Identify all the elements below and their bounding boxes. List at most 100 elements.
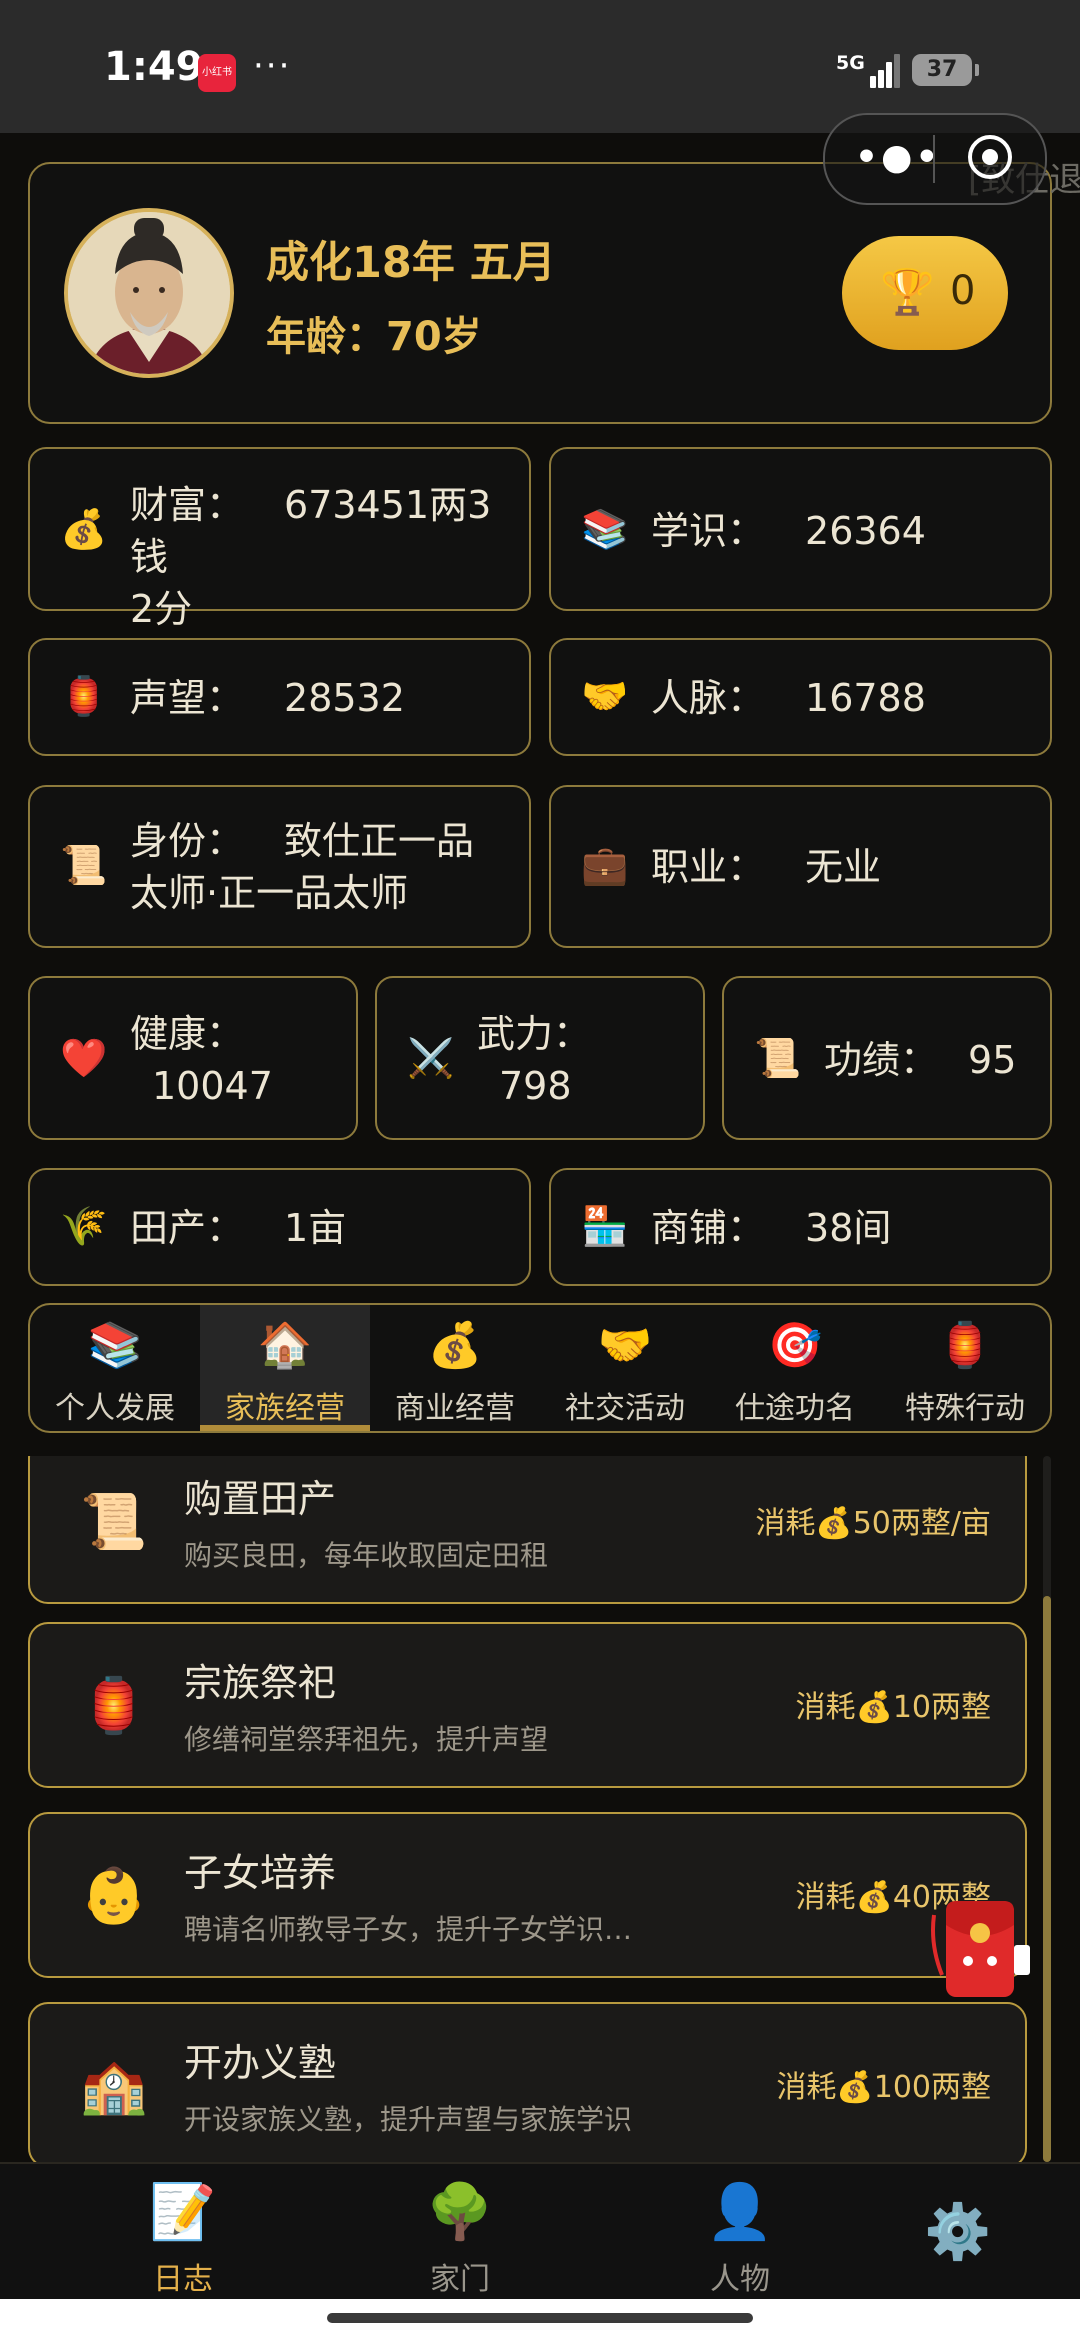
action-cost: 消耗💰50两整/亩 bbox=[755, 1506, 991, 1541]
tab-personal-development[interactable]: 📚 个人发展 bbox=[30, 1305, 200, 1431]
knowledge-value: 26364 bbox=[805, 509, 926, 553]
red-envelope-icon[interactable] bbox=[928, 1885, 1032, 2015]
shops-label: 商铺： bbox=[651, 1206, 766, 1250]
avatar[interactable] bbox=[64, 208, 234, 378]
action-desc: 开设家族义塾，提升声望与家族学识 bbox=[184, 2103, 633, 2136]
tab-social[interactable]: 🤝 社交活动 bbox=[540, 1305, 710, 1431]
action-title: 子女培养 bbox=[184, 1851, 337, 1895]
action-list[interactable]: 📜 购置田产 购买良田，每年收取固定田租 消耗💰50两整/亩 🏮 宗族祭祀 修缮… bbox=[0, 1456, 1080, 2162]
identity-value-2: 太师·正一品太师 bbox=[130, 871, 409, 915]
identity-value: 致仕正一品 bbox=[284, 819, 475, 863]
nav-label: 日志 bbox=[153, 2262, 213, 2297]
action-title: 购置田产 bbox=[184, 1477, 337, 1521]
category-tabs: 📚 个人发展 🏠 家族经营 💰 商业经营 🤝 社交活动 🎯 仕途功名 🏮 特殊行… bbox=[28, 1303, 1052, 1433]
scroll-icon: 📜 bbox=[60, 843, 108, 887]
game-date: 成化18年 五月 bbox=[266, 238, 556, 288]
tab-label: 商业经营 bbox=[395, 1391, 515, 1426]
martial-label: 武力： bbox=[477, 1012, 592, 1056]
money-bag-icon: 💰 bbox=[60, 507, 108, 551]
tab-business[interactable]: 💰 商业经营 bbox=[370, 1305, 540, 1431]
trophy-button[interactable]: 🏆 0 bbox=[842, 236, 1008, 350]
battery-icon: 37 bbox=[912, 54, 979, 86]
knowledge-label: 学识： bbox=[651, 509, 766, 553]
nav-settings[interactable]: ⚙️ bbox=[858, 2164, 1058, 2301]
home-indicator[interactable] bbox=[327, 2313, 753, 2323]
nav-character[interactable]: 👤 人物 bbox=[640, 2164, 840, 2301]
more-dots-icon[interactable]: •●• bbox=[855, 137, 941, 178]
network-value: 16788 bbox=[805, 676, 926, 720]
martial-value: 798 bbox=[499, 1064, 572, 1108]
scrollbar-thumb[interactable] bbox=[1043, 1596, 1051, 2162]
stat-prestige: 🏮 声望： 28532 bbox=[28, 638, 531, 756]
shops-value: 38间 bbox=[805, 1206, 892, 1250]
prestige-label: 声望： bbox=[130, 676, 245, 720]
action-clan-sacrifice[interactable]: 🏮 宗族祭祀 修缮祠堂祭拜祖先，提升声望 消耗💰10两整 bbox=[28, 1622, 1027, 1788]
trophy-icon: 🏆 bbox=[880, 267, 935, 318]
baby-icon: 👶 bbox=[80, 1864, 148, 1927]
scroll-icon: 📜 bbox=[80, 1490, 148, 1553]
tree-icon: 🌳 bbox=[426, 2180, 494, 2243]
stat-martial: ⚔️ 武力： 798 bbox=[375, 976, 705, 1140]
handshake-icon: 🤝 bbox=[597, 1320, 653, 1371]
rice-icon: 🌾 bbox=[60, 1204, 108, 1248]
prestige-value: 28532 bbox=[284, 676, 405, 720]
tab-label: 仕途功名 bbox=[735, 1391, 855, 1426]
action-desc: 聘请名师教导子女，提升子女学识… bbox=[184, 1913, 633, 1946]
nav-family[interactable]: 🌳 家门 bbox=[360, 2164, 560, 2301]
action-cost: 消耗💰100两整 bbox=[776, 2070, 991, 2105]
age-display: 年龄：70岁 bbox=[266, 304, 482, 362]
miniprogram-capsule: •●• bbox=[823, 113, 1047, 205]
person-icon: 👤 bbox=[706, 2180, 774, 2243]
stat-health: ❤️ 健康： 10047 bbox=[28, 976, 358, 1140]
lantern-icon: 🏮 bbox=[80, 1674, 148, 1737]
health-label: 健康： bbox=[130, 1012, 245, 1056]
health-value: 10047 bbox=[152, 1064, 273, 1108]
tab-special[interactable]: 🏮 特殊行动 bbox=[880, 1305, 1050, 1431]
tab-label: 个人发展 bbox=[55, 1391, 175, 1426]
wealth-label: 财富： bbox=[130, 483, 245, 527]
store-icon: 🏪 bbox=[581, 1204, 629, 1248]
network-label: 人脉： bbox=[651, 676, 766, 720]
target-icon[interactable] bbox=[968, 135, 1012, 179]
action-cost: 消耗💰10两整 bbox=[795, 1690, 991, 1725]
occupation-label: 职业： bbox=[651, 845, 766, 889]
age-label: 年龄： bbox=[266, 314, 386, 360]
merit-value: 95 bbox=[968, 1038, 1017, 1082]
heart-icon: ❤️ bbox=[60, 1036, 108, 1080]
bottom-nav: 📝 日志 🌳 家门 👤 人物 ⚙️ bbox=[0, 2162, 1080, 2301]
stat-occupation: 💼 职业： 无业 bbox=[549, 785, 1052, 948]
stat-knowledge: 📚 学识： 26364 bbox=[549, 447, 1052, 611]
handshake-icon: 🤝 bbox=[581, 674, 629, 718]
tab-label: 家族经营 bbox=[225, 1391, 345, 1426]
status-more: ··· bbox=[253, 46, 292, 86]
identity-label: 身份： bbox=[130, 819, 245, 863]
tab-career[interactable]: 🎯 仕途功名 bbox=[710, 1305, 880, 1431]
fields-label: 田产： bbox=[130, 1206, 245, 1250]
capsule-divider bbox=[933, 135, 935, 183]
tab-family-management[interactable]: 🏠 家族经营 bbox=[200, 1305, 370, 1431]
school-icon: 🏫 bbox=[80, 2054, 148, 2117]
action-child-education[interactable]: 👶 子女培养 聘请名师教导子女，提升子女学识… 消耗💰40两整 bbox=[28, 1812, 1027, 1978]
home-indicator-area bbox=[0, 2299, 1080, 2345]
tab-label: 社交活动 bbox=[565, 1391, 685, 1426]
stat-merit: 📜 功绩： 95 bbox=[722, 976, 1052, 1140]
stat-wealth: 💰 财富： 673451两3钱 2分 bbox=[28, 447, 531, 631]
nav-log[interactable]: 📝 日志 bbox=[83, 2164, 283, 2301]
target-icon: 🎯 bbox=[767, 1320, 823, 1371]
nav-label: 家门 bbox=[430, 2262, 490, 2297]
action-buy-fields[interactable]: 📜 购置田产 购买良田，每年收取固定田租 消耗💰50两整/亩 bbox=[28, 1456, 1027, 1604]
memo-icon: 📝 bbox=[149, 2180, 217, 2243]
signal-icon bbox=[862, 52, 900, 88]
gear-icon: ⚙️ bbox=[924, 2200, 992, 2263]
action-open-school[interactable]: 🏫 开办义塾 开设家族义塾，提升声望与家族学识 消耗💰100两整 bbox=[28, 2002, 1027, 2162]
list-scrollbar[interactable] bbox=[1043, 1456, 1051, 2162]
lantern-icon: 🏮 bbox=[60, 674, 108, 718]
money-bag-icon: 💰 bbox=[427, 1320, 483, 1371]
trophy-count: 0 bbox=[950, 268, 976, 314]
action-title: 开办义塾 bbox=[184, 2041, 337, 2085]
app-badge-icon: 小红书 bbox=[198, 54, 236, 92]
wealth-value-2: 2分 bbox=[130, 587, 193, 631]
stat-identity: 📜 身份： 致仕正一品 太师·正一品太师 bbox=[28, 785, 531, 948]
action-desc: 购买良田，每年收取固定田租 bbox=[184, 1539, 549, 1572]
stat-fields: 🌾 田产： 1亩 bbox=[28, 1168, 531, 1286]
